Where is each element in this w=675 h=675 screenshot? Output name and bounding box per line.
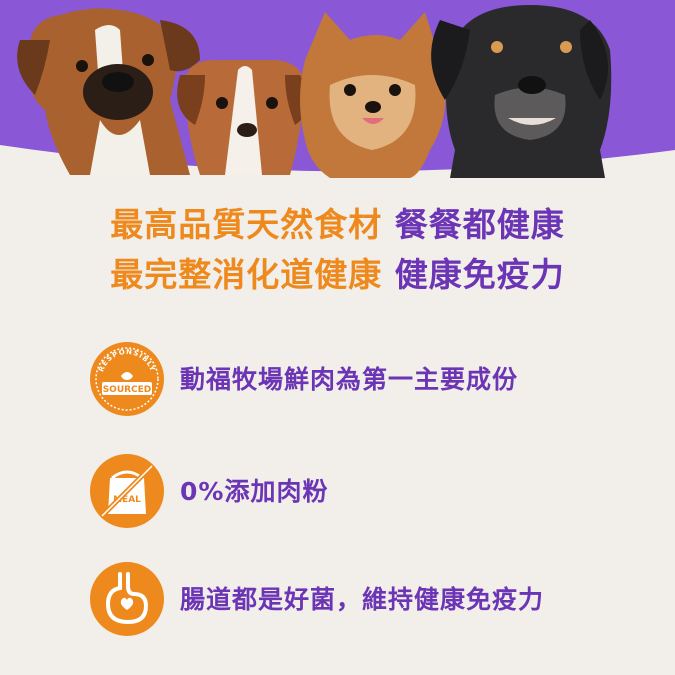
- hero-image: [0, 0, 675, 190]
- feature-text: 動福牧場鮮肉為第一主要成份: [180, 365, 519, 394]
- badge-text: SOURCED: [103, 385, 152, 395]
- hero-banner: [0, 0, 675, 190]
- feature-text: 腸道都是好菌，維持健康免疫力: [180, 585, 545, 614]
- no-meal-bag-icon: MEAL: [88, 452, 166, 530]
- puppy-dog: [177, 60, 308, 175]
- headline-line-1: 最高品質天然食材 餐餐都健康: [0, 200, 675, 250]
- headline-line-1-orange: 最高品質天然食材: [110, 205, 383, 244]
- pomeranian-dog: [300, 12, 446, 178]
- feature-item-gut-health: 腸道都是好菌，維持健康免疫力: [88, 560, 648, 640]
- headline-line-2-orange: 最完整消化道健康: [110, 255, 383, 294]
- headline-line-1-purple: 餐餐都健康: [394, 205, 565, 244]
- responsibly-sourced-badge-icon: RESPONSIBLY SOURCED: [88, 340, 166, 418]
- headline-line-2: 最完整消化道健康 健康免疫力: [0, 250, 675, 300]
- feature-text: 0%添加肉粉: [180, 477, 329, 506]
- senior-black-dog: [431, 5, 612, 178]
- stomach-heart-icon: [88, 560, 166, 638]
- feature-item-no-meal: MEAL 0%添加肉粉: [88, 452, 648, 532]
- feature-item-sourced: RESPONSIBLY SOURCED 動福牧場鮮肉為第一主要成份: [88, 340, 648, 420]
- headline: 最高品質天然食材 餐餐都健康 最完整消化道健康 健康免疫力: [0, 200, 675, 300]
- headline-line-2-purple: 健康免疫力: [394, 255, 565, 294]
